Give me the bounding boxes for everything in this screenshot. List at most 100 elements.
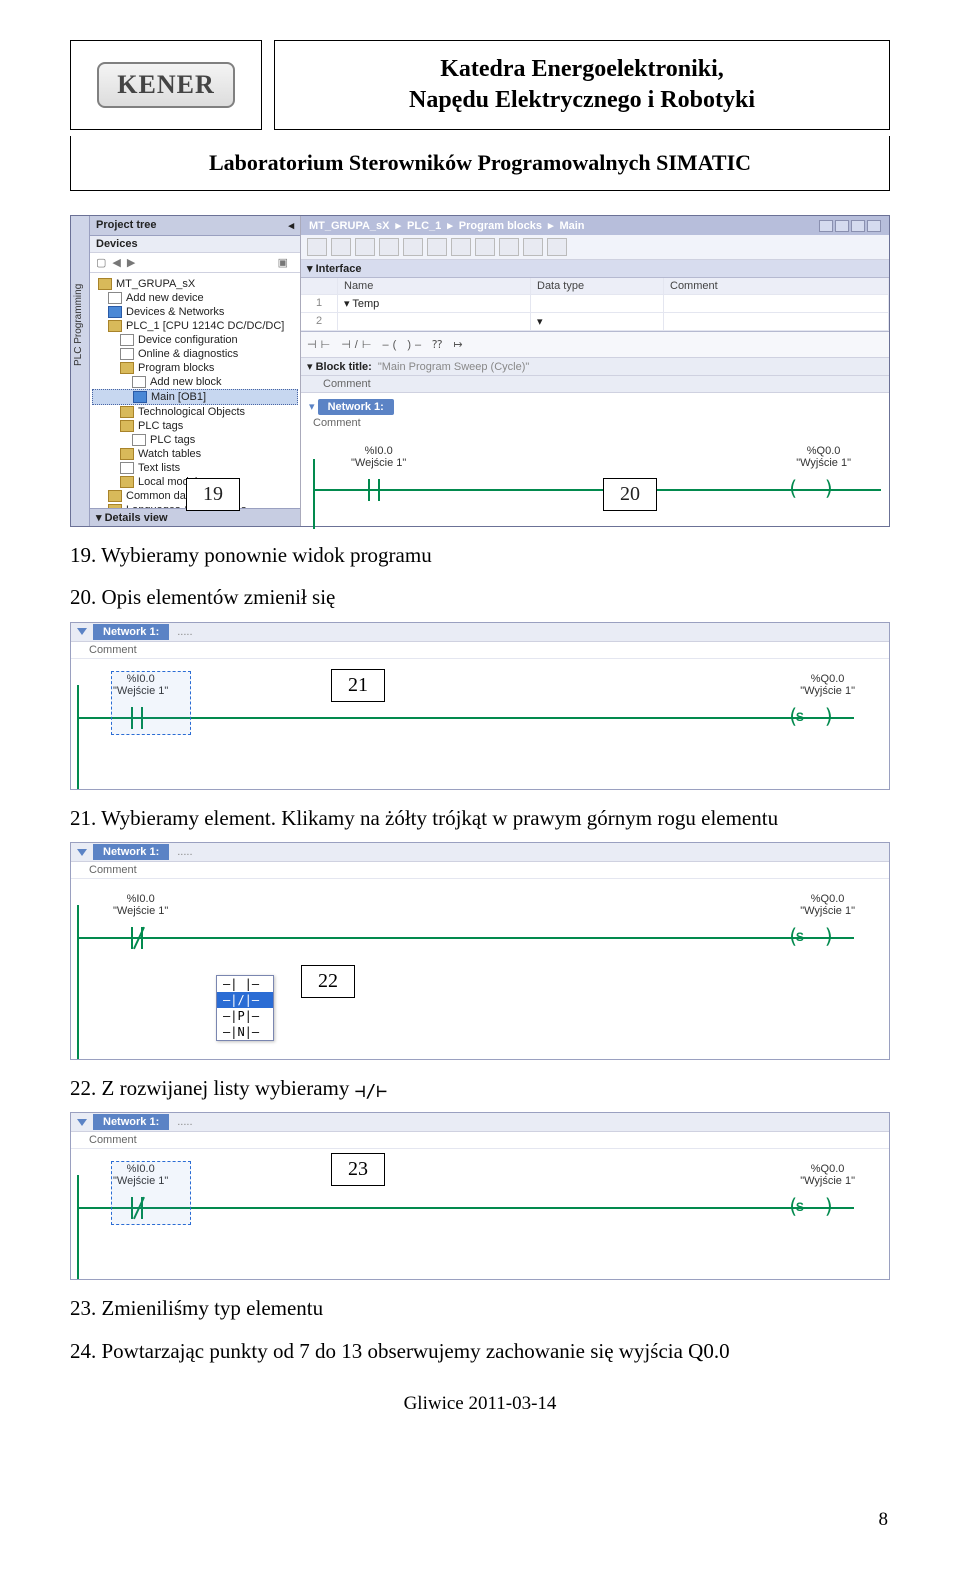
input-name: "Wejście 1" [351,457,406,469]
folder-icon [120,406,134,418]
tree-item[interactable]: Add new device [92,291,298,305]
tree-item-label: Technological Objects [138,406,245,418]
project-tree[interactable]: MT_GRUPA_sX Add new device Devices & Netwo… [90,273,300,508]
ladder-toolbar[interactable]: ⊣⊢ ⊣/⊢ –( )– ⁇ ↦ [301,332,889,358]
header-title: Katedra Energoelektroniki, Napędu Elektr… [274,40,890,130]
logo: KENER [97,62,234,108]
output-coil[interactable]: ( ) [787,479,835,497]
network-comment: Comment [313,417,881,429]
folder-icon [120,420,134,432]
dropdown-item[interactable]: –| |– [217,976,273,992]
callout-20: 20 [603,478,657,511]
nc-contact-symbol: ⊣/⊢ [355,1083,388,1101]
selection-box-23 [111,1161,191,1225]
blue-icon [133,391,147,403]
editor-pane: MT_GRUPA_sX▸ PLC_1▸ Program blocks▸ Main… [301,216,889,526]
footer-center: Gliwice 2011-03-14 [70,1393,890,1415]
tree-item-label: Device configuration [138,334,238,346]
output-name: "Wyjście 1" [796,457,851,469]
set-coil-2[interactable]: ( )S [787,927,835,945]
project-tree-title: Project tree◂ [90,216,300,236]
tree-item-label: Text lists [138,462,180,474]
tree-item-label: Program blocks [138,362,214,374]
step-20-text: 20. Opis elementów zmienił się [70,583,890,611]
editor-toolbar[interactable] [301,235,889,260]
devices-label: Devices [90,236,300,253]
page-icon [120,462,134,474]
tree-item-label: PLC tags [150,434,195,446]
folder-icon [108,504,122,508]
set-coil-3[interactable]: ( )S [787,1197,835,1215]
callout-19: 19 [186,478,240,511]
tia-portal-screenshot: PLC Programming Project tree◂ Devices ▢◀… [70,215,890,527]
dropdown-item[interactable]: –|N|– [217,1024,273,1040]
callout-23: 23 [331,1153,385,1186]
step-21-text: 21. Wybieramy element. Klikamy na żółty … [70,804,890,832]
tree-item[interactable]: PLC_1 [CPU 1214C DC/DC/DC] [92,319,298,333]
tree-item-label: Add new block [150,376,222,388]
header-row: KENER Katedra Energoelektroniki, Napędu … [70,40,890,130]
tree-item-label: MT_GRUPA_sX [116,278,195,290]
logo-box: KENER [70,40,262,130]
tree-item[interactable]: Devices & Networks [92,305,298,319]
tree-item[interactable]: Technological Objects [92,405,298,419]
tree-item[interactable]: Text lists [92,461,298,475]
page-number: 8 [879,1509,889,1531]
set-coil[interactable]: ( )S [787,707,835,725]
step-22-text: 22. Z rozwijanej listy wybieramy ⊣/⊢ [70,1074,890,1102]
breadcrumb: MT_GRUPA_sX▸ PLC_1▸ Program blocks▸ Main [301,216,889,235]
blue-icon [108,306,122,318]
tree-item[interactable]: Watch tables [92,447,298,461]
side-tab[interactable]: PLC Programming [71,216,90,526]
folder-icon [108,320,122,332]
page-icon [120,334,134,346]
tree-item-label: Devices & Networks [126,306,224,318]
selection-box [111,671,191,735]
tree-item-label: PLC tags [138,420,183,432]
contact-type-dropdown[interactable]: –| |––|/|––|P|––|N|– [216,975,274,1041]
tree-item-label: Add new device [126,292,204,304]
tree-item-label: Online & diagnostics [138,348,238,360]
folder-icon [108,490,122,502]
tree-item[interactable]: Program blocks [92,361,298,375]
interface-bar[interactable]: ▾ Interface [301,260,889,278]
step-23-text: 23. Zmieniliśmy typ elementu [70,1294,890,1322]
input-address: %I0.0 [365,445,393,457]
tree-item[interactable]: PLC tags [92,433,298,447]
network-panel-23: Network 1:..... Comment %I0.0"Wejście 1"… [70,1112,890,1280]
page-icon [108,292,122,304]
step-24-text: 24. Powtarzając punkty od 7 do 13 obserw… [70,1337,890,1365]
ladder-rung[interactable]: %I0.0 "Wejście 1" %Q0.0 "Wyjście 1" ( ) [313,439,881,529]
network-panel-21: Network 1:..... Comment %I0.0"Wejście 1"… [70,622,890,790]
callout-22: 22 [301,965,355,998]
no-contact[interactable] [368,479,380,501]
interface-grid[interactable]: Name Data type Comment 1 ▾ Temp 2 ▾ [301,278,889,332]
step-19-text: 19. Wybieramy ponownie widok programu [70,541,890,569]
tree-item-label: Watch tables [138,448,201,460]
tree-item[interactable]: PLC tags [92,419,298,433]
tree-item[interactable]: Online & diagnostics [92,347,298,361]
tree-item[interactable]: MT_GRUPA_sX [92,277,298,291]
block-comment-row: Comment [301,376,889,393]
network-panel-22: Network 1:..... Comment %I0.0"Wejście 1"… [70,842,890,1060]
tree-item-label: PLC_1 [CPU 1214C DC/DC/DC] [126,320,284,332]
callout-21: 21 [331,669,385,702]
tree-item[interactable]: Main [OB1] [92,389,298,405]
network-title: Network 1: [318,399,394,415]
folder-icon [120,362,134,374]
block-title-row[interactable]: ▾ Block title:"Main Program Sweep (Cycle… [301,358,889,376]
tree-item[interactable]: Add new block [92,375,298,389]
tree-item-label: Main [OB1] [151,391,206,403]
tree-item[interactable]: Device configuration [92,333,298,347]
dropdown-item[interactable]: –|/|– [217,992,273,1008]
folder-icon [120,448,134,460]
header-subtitle: Laboratorium Sterowników Programowalnych… [70,136,890,191]
page-icon [132,434,146,446]
tree-toolbar[interactable]: ▢◀▶▣ [90,253,300,273]
dropdown-item[interactable]: –|P|– [217,1008,273,1024]
network-block[interactable]: ▾ Network 1: Comment %I0.0 "Wejście 1" %… [301,393,889,543]
tree-item-label: Common data [126,490,195,502]
folder-icon [98,278,112,290]
nc-contact[interactable] [131,927,143,949]
window-buttons[interactable] [819,220,881,232]
